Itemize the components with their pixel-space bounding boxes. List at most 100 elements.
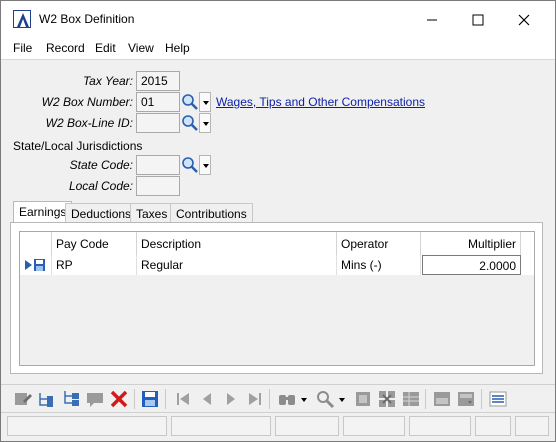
menu-help[interactable]: Help [165, 41, 190, 55]
zoom-button[interactable] [315, 389, 335, 409]
chevron-down-icon [301, 398, 307, 402]
menu-bar: File Record Edit View Help [1, 37, 555, 59]
menu-edit[interactable]: Edit [95, 41, 116, 55]
zoom-dropdown[interactable] [337, 389, 347, 409]
earnings-grid: Pay Code Description Operator Multiplier… [19, 231, 535, 366]
delete-button[interactable] [109, 389, 129, 409]
box-line-lookup[interactable] [181, 113, 211, 133]
table-row[interactable]: RP Regular Mins (-) 2.0000 [20, 255, 534, 275]
chevron-down-icon [339, 398, 345, 402]
box-number-lookup[interactable] [181, 92, 211, 112]
grid-b-button[interactable] [377, 389, 397, 409]
box-line-label: W2 Box-Line ID: [45, 116, 133, 130]
local-code-label: Local Code: [68, 179, 133, 193]
menu-view[interactable]: View [128, 41, 154, 55]
cell-description[interactable]: Regular [137, 255, 337, 275]
column-header-description[interactable]: Description [137, 232, 337, 255]
toolbar-separator [165, 389, 166, 409]
maximize-button[interactable] [455, 1, 501, 37]
next-record-button[interactable] [221, 389, 241, 409]
grid-c-button[interactable] [401, 389, 421, 409]
column-header-operator[interactable]: Operator [337, 232, 421, 255]
search-icon [182, 157, 198, 173]
box-number-description-link[interactable]: Wages, Tips and Other Compensations [216, 95, 425, 109]
box-line-field[interactable] [136, 113, 180, 133]
search-icon [182, 115, 198, 131]
status-bar [1, 412, 555, 441]
menu-file[interactable]: File [13, 41, 32, 55]
record-toolbar [1, 384, 555, 412]
box-number-label: W2 Box Number: [41, 95, 133, 109]
grid-b-icon [379, 391, 395, 407]
maximize-icon [472, 14, 484, 26]
minimize-button[interactable] [409, 1, 455, 37]
window-title: W2 Box Definition [39, 12, 135, 26]
column-header-pay-code[interactable]: Pay Code [52, 232, 137, 255]
edit-note-button[interactable] [13, 389, 33, 409]
state-local-header: State/Local Jurisdictions [13, 139, 143, 153]
cell-multiplier[interactable]: 2.0000 [422, 255, 521, 275]
save-icon [142, 391, 158, 407]
last-record-button[interactable] [245, 389, 265, 409]
menu-record[interactable]: Record [46, 41, 85, 55]
first-record-button[interactable] [173, 389, 193, 409]
list-icon [489, 391, 507, 407]
edit-note-icon [15, 393, 32, 405]
zoom-icon [317, 391, 335, 409]
comment-button[interactable] [85, 389, 105, 409]
save-button[interactable] [140, 389, 160, 409]
tree-add-icon [39, 393, 53, 407]
tree-branch-button[interactable] [61, 389, 81, 409]
close-button[interactable] [501, 1, 547, 37]
state-code-field[interactable] [136, 155, 180, 175]
form-b-button[interactable] [456, 389, 476, 409]
toolbar-separator [134, 389, 135, 409]
row-indicator[interactable] [20, 255, 52, 275]
first-record-icon [177, 393, 189, 405]
previous-record-button[interactable] [197, 389, 217, 409]
column-header-multiplier[interactable]: Multiplier [421, 232, 521, 255]
status-cell [171, 416, 271, 436]
chevron-down-icon [199, 155, 211, 175]
list-button[interactable] [488, 389, 508, 409]
tax-year-label: Tax Year: [82, 74, 133, 88]
local-code-field[interactable] [136, 176, 180, 196]
state-code-lookup[interactable] [181, 155, 211, 175]
toolbar-separator [481, 389, 482, 409]
main-window: W2 Box Definition File Record Edit View … [0, 0, 556, 442]
form-a-button[interactable] [432, 389, 452, 409]
tree-branch-icon [64, 391, 79, 406]
comment-icon [87, 393, 103, 407]
cell-pay-code[interactable]: RP [52, 255, 137, 275]
status-cell [515, 416, 549, 436]
find-icon [279, 395, 295, 405]
tax-year-field[interactable]: 2015 [136, 71, 180, 91]
app-logo-icon [13, 10, 31, 28]
status-cell [343, 416, 405, 436]
box-number-field[interactable]: 01 [136, 92, 180, 112]
status-cell [275, 416, 339, 436]
toolbar-separator [425, 389, 426, 409]
earnings-panel: Pay Code Description Operator Multiplier… [10, 222, 543, 374]
next-record-icon [227, 393, 235, 405]
status-cell [475, 416, 511, 436]
tab-earnings[interactable]: Earnings [13, 201, 73, 224]
current-row-save-icon [25, 259, 45, 271]
minimize-icon [427, 19, 437, 21]
tab-taxes[interactable]: Taxes [130, 203, 174, 224]
find-button[interactable] [277, 389, 297, 409]
cell-operator[interactable]: Mins (-) [337, 255, 421, 275]
close-icon [518, 14, 530, 26]
last-record-icon [249, 393, 261, 405]
status-cell [7, 416, 167, 436]
grid-header: Pay Code Description Operator Multiplier [20, 232, 534, 255]
previous-record-icon [203, 393, 211, 405]
tree-add-button[interactable] [37, 389, 57, 409]
form-a-icon [434, 392, 450, 406]
chevron-down-icon [199, 92, 211, 112]
grid-a-button[interactable] [353, 389, 373, 409]
tab-contributions[interactable]: Contributions [170, 203, 253, 224]
tab-deductions[interactable]: Deductions [65, 203, 138, 224]
form-b-icon [458, 392, 474, 406]
find-dropdown[interactable] [299, 389, 309, 409]
